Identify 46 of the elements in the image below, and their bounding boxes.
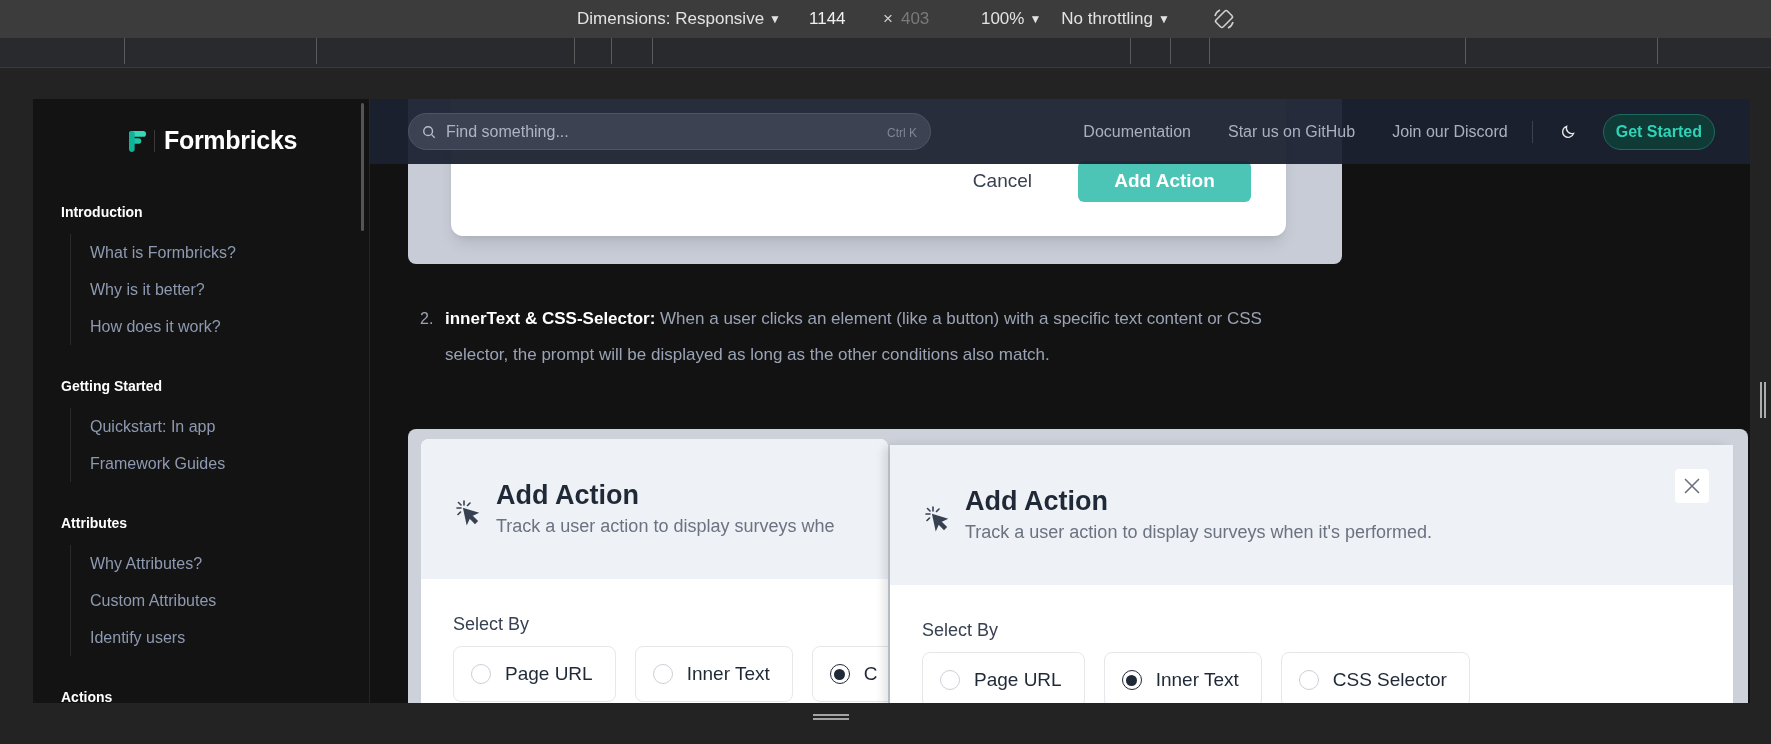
radio-option: Inner Text [1103,652,1262,703]
get-started-button[interactable]: Get Started [1602,113,1715,150]
cancel-button[interactable]: Cancel [972,161,1032,202]
radio-option: Page URL [453,646,616,702]
field-label: Select By [922,619,1000,641]
radio-option: CSS Selector [1280,652,1470,703]
dialog-title: Add Action [496,479,640,512]
shortcut-hint: Ctrl K [887,125,917,142]
logo-text: Formbricks [164,125,298,157]
search-icon [422,125,436,139]
rotate-icon [1211,7,1236,31]
width-field[interactable]: 1144 [809,6,869,32]
section-heading: Attributes [61,513,129,533]
times-sign: × [883,8,893,31]
throttling-dropdown[interactable]: No throttling ▼ [1061,6,1170,32]
nav-link[interactable]: Star us on GitHub [1227,119,1356,144]
section-heading: Actions [61,687,114,703]
close-icon [1682,476,1702,496]
section-heading: Introduction [61,202,144,222]
dialog-subtitle: Track a user action to display surveys when it's performed. [965,521,1432,544]
sidebar-link[interactable]: What is Formbricks? [90,234,369,271]
moon-icon [1561,124,1577,139]
nav-link[interactable]: Join our Discord [1392,119,1508,144]
sidebar-link[interactable]: How does it work? [90,308,369,345]
logo-icon [129,130,146,152]
list-text: innerText & CSS-Selector: When a user clicks an element (like a button) with a specific text content or CSS selector, the prompt will be displayed as long as the other conditions also match. [445,308,1263,366]
resize-handle-icon [812,713,849,721]
section-heading: Getting Started [61,376,164,396]
sidebar-link[interactable]: Framework Guides [90,445,369,482]
resize-handle-icon [1759,382,1767,418]
sidebar-link[interactable]: Identify users [90,619,369,656]
field-label: Select By [453,613,531,635]
sidebar-link[interactable]: Why Attributes? [90,545,369,582]
sidebar-link[interactable]: Custom Attributes [90,582,369,619]
dialog-subtitle: Track a user action to display surveys whe [496,515,835,538]
height-field[interactable]: 403 [900,6,961,32]
zoom-dropdown[interactable]: 100% ▼ [980,6,1042,32]
close-button[interactable] [1675,469,1709,503]
list-number: 2. [419,309,435,329]
radio-option: Inner Text [634,646,793,702]
dialog-title: Add Action [965,485,1109,518]
sidebar-link[interactable]: Why is it better? [90,271,369,308]
nav-link[interactable]: Documentation [1083,119,1191,144]
sidebar-link[interactable]: Quickstart: In app [90,408,369,445]
dimensions-dropdown[interactable]: Dimensions: Responsive ▼ [577,6,781,32]
radio-option: Page URL [922,652,1085,703]
